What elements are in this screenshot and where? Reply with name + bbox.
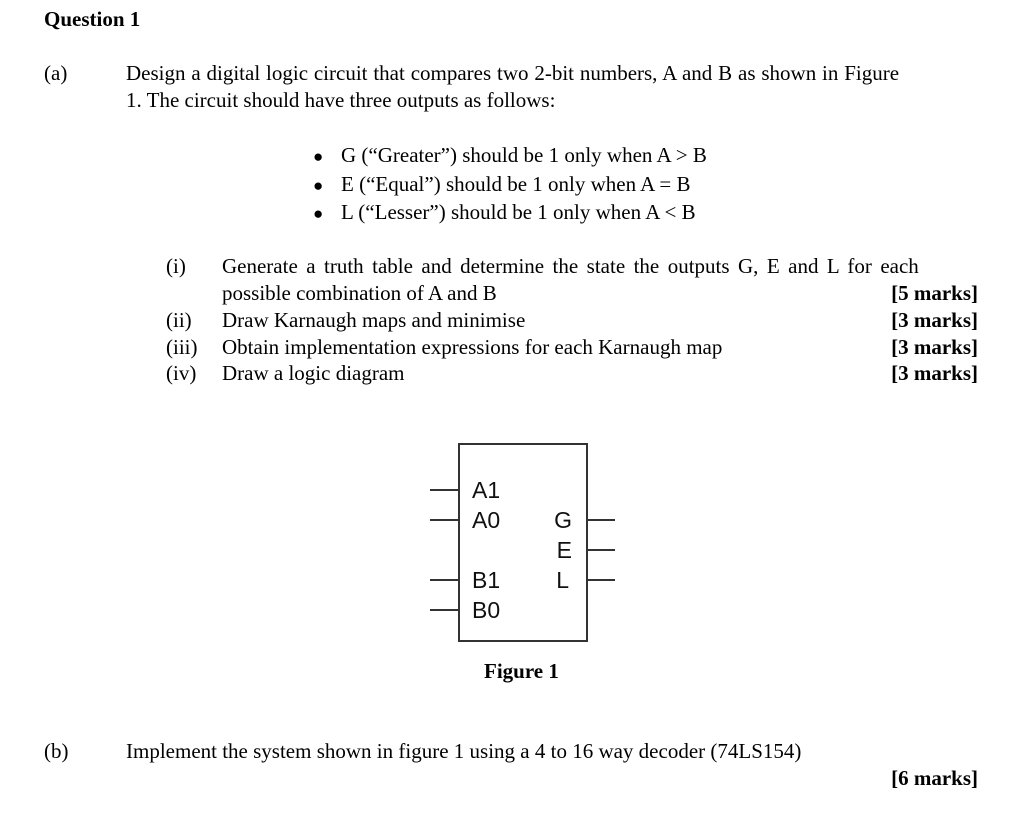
comparator-block-diagram: A1 A0 B1 B0 G E L [430, 443, 615, 642]
input-label-a1: A1 [472, 477, 500, 503]
figure-caption: Figure 1 [484, 659, 559, 683]
part-b-text: Implement the system shown in figure 1 u… [126, 739, 802, 763]
output-label-g: G [554, 507, 572, 533]
part-b-label: (b) [44, 739, 69, 763]
part-b-marks: [6 marks] [891, 766, 978, 790]
input-label-a0: A0 [472, 507, 500, 533]
output-label-e: E [557, 537, 572, 563]
output-label-l: L [556, 567, 569, 593]
input-label-b0: B0 [472, 597, 500, 623]
input-label-b1: B1 [472, 567, 500, 593]
